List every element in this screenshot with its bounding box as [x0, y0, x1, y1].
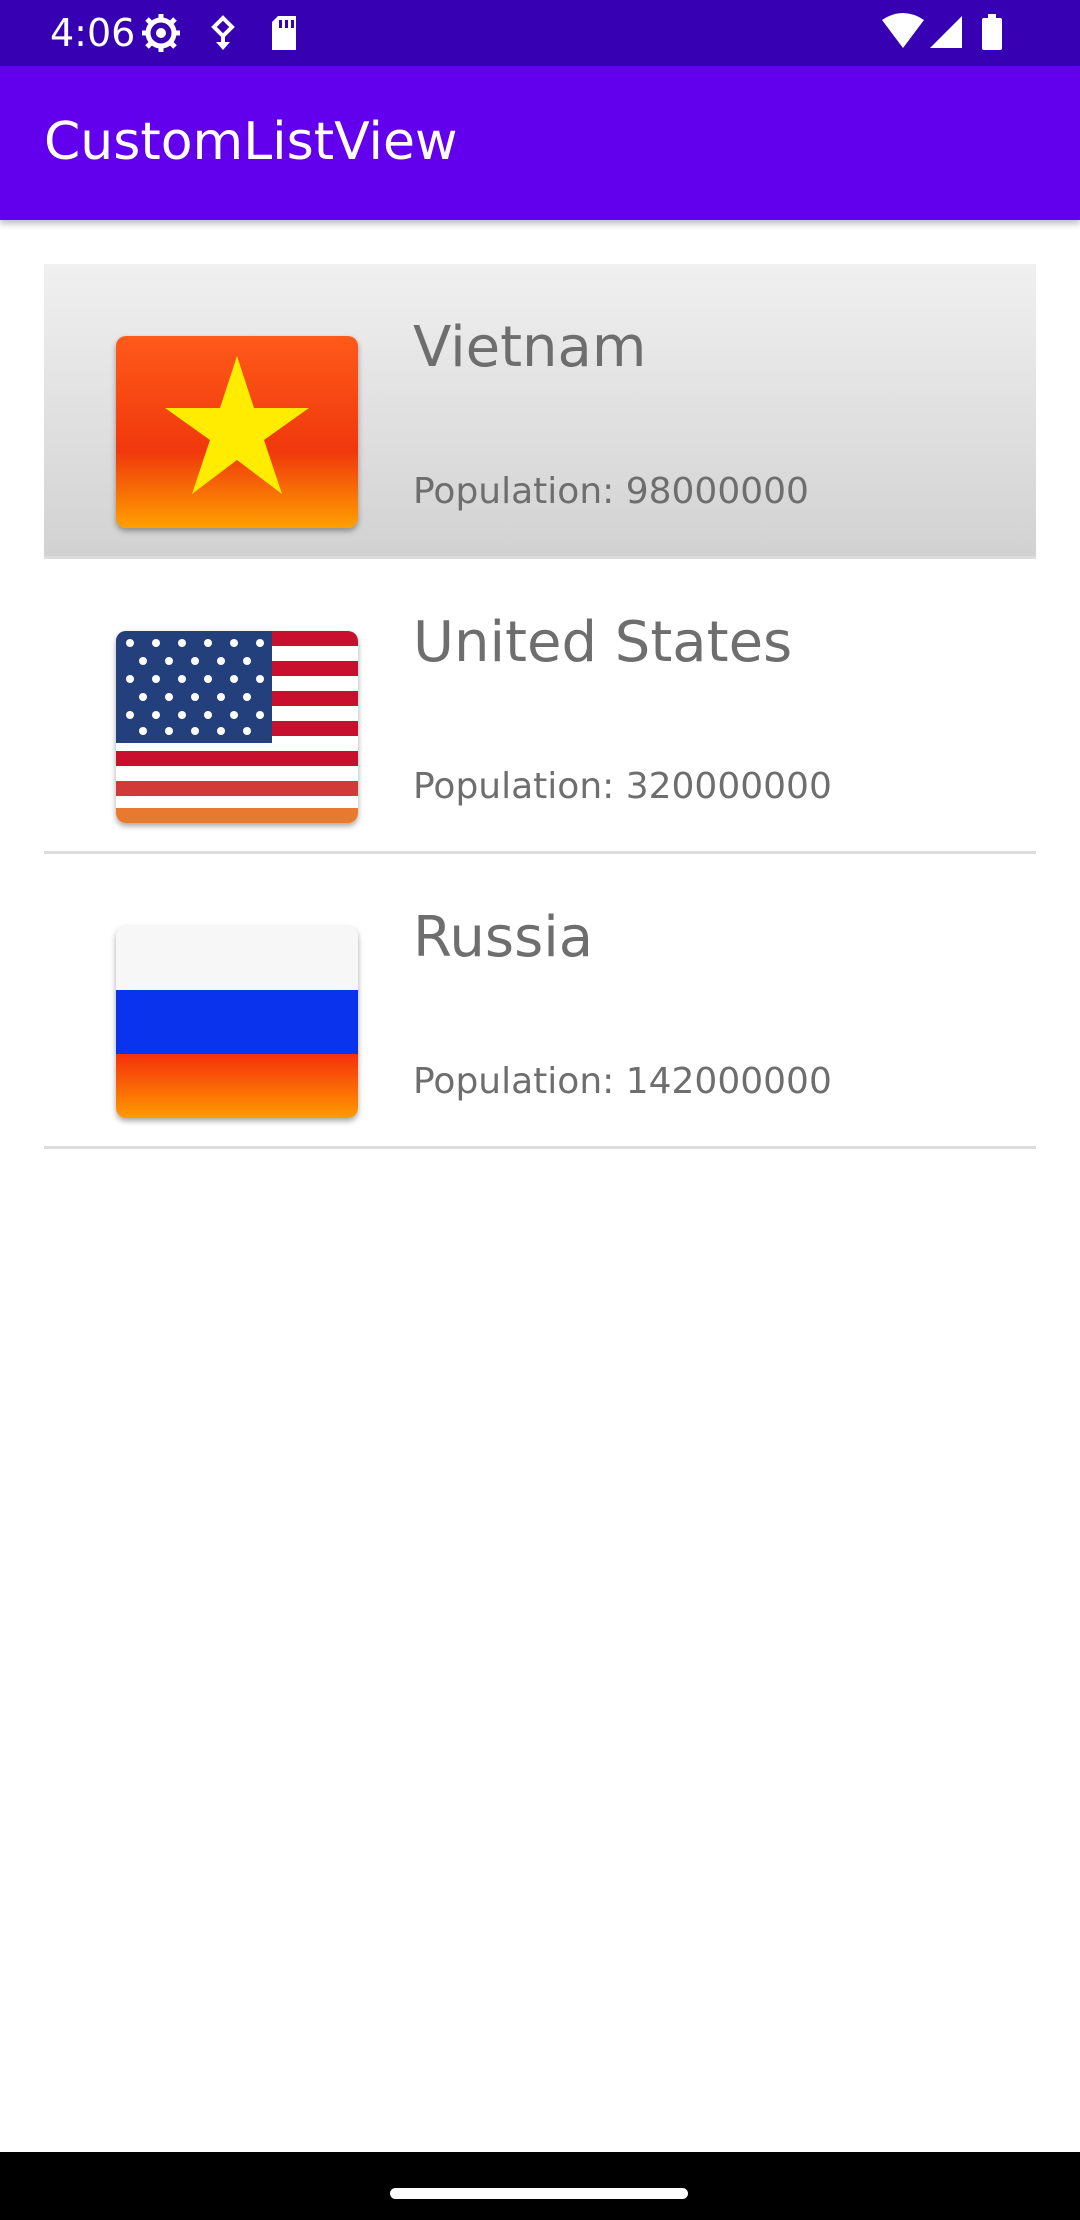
app-title: CustomListView	[44, 112, 458, 172]
status-time: 4:06	[50, 11, 136, 55]
list-item-united-states[interactable]: United States Population: 320000000	[44, 559, 1036, 854]
usb-debug-icon	[208, 12, 238, 54]
wifi-icon	[880, 12, 926, 54]
russia-flag-icon	[116, 926, 358, 1118]
country-name: Vietnam	[413, 315, 647, 380]
list-item-russia[interactable]: Russia Population: 142000000	[44, 854, 1036, 1149]
home-gesture-handle[interactable]	[390, 2188, 688, 2199]
country-name: United States	[413, 610, 793, 675]
country-population: Population: 98000000	[413, 471, 809, 512]
country-list: Vietnam Population: 98000000 United Stat…	[44, 264, 1036, 1149]
sd-card-icon	[268, 12, 300, 54]
country-name: Russia	[413, 905, 594, 970]
us-flag-icon	[116, 631, 358, 823]
vietnam-flag-icon	[116, 336, 358, 528]
country-population: Population: 320000000	[413, 766, 832, 807]
list-item-vietnam[interactable]: Vietnam Population: 98000000	[44, 264, 1036, 559]
country-population: Population: 142000000	[413, 1061, 832, 1102]
battery-icon	[980, 12, 1004, 54]
gear-icon	[140, 12, 182, 54]
signal-icon	[928, 12, 964, 54]
navigation-bar	[0, 2152, 1080, 2220]
app-bar: CustomListView	[0, 66, 1080, 220]
status-bar: 4:06	[0, 0, 1080, 66]
